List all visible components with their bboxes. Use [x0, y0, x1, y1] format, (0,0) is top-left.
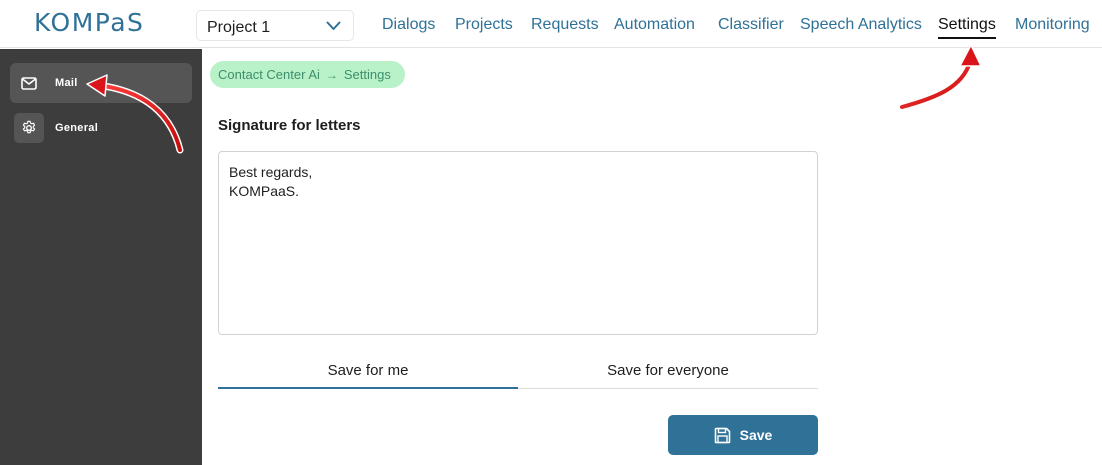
save-button-label: Save	[739, 427, 773, 443]
nav-classifier[interactable]: Classifier	[718, 16, 784, 34]
nav-projects[interactable]: Projects	[455, 16, 513, 34]
logo[interactable]: KOMPaS	[34, 8, 144, 37]
signature-line: KOMPaaS.	[229, 183, 300, 199]
nav-speech-analytics[interactable]: Speech Analytics	[800, 16, 922, 34]
sidebar-item-mail[interactable]: Mail	[10, 63, 192, 103]
chevron-down-icon	[326, 21, 341, 30]
nav-monitoring[interactable]: Monitoring	[1015, 16, 1090, 34]
tab-save-for-everyone[interactable]: Save for everyone	[518, 352, 818, 389]
signature-line: Best regards,	[229, 164, 313, 180]
sidebar-item-label: Mail	[55, 77, 78, 89]
breadcrumb-parent[interactable]: Contact Center Ai	[218, 67, 320, 82]
breadcrumb-current: Settings	[343, 67, 391, 82]
nav-automation[interactable]: Automation	[614, 16, 695, 34]
tab-save-for-me[interactable]: Save for me	[218, 352, 518, 389]
save-button[interactable]: Save	[668, 415, 818, 455]
annotation-arrow-settings	[898, 58, 974, 111]
arrow-right-icon: →	[325, 67, 338, 82]
nav-requests[interactable]: Requests	[531, 16, 599, 34]
nav-settings[interactable]: Settings	[938, 16, 996, 39]
project-select[interactable]: Project 1	[196, 10, 354, 41]
save-icon	[714, 427, 730, 443]
sidebar-item-label: General	[55, 122, 99, 134]
project-select-value: Project 1	[207, 19, 271, 36]
nav-dialogs[interactable]: Dialogs	[382, 16, 435, 34]
sidebar: Mail General	[0, 49, 202, 465]
top-header: KOMPaS Project 1 Dialogs Projects Reques…	[0, 0, 1102, 48]
signature-title: Signature for letters	[218, 117, 361, 134]
mail-icon	[14, 68, 44, 98]
gear-icon	[14, 113, 44, 143]
signature-textarea[interactable]: Best regards, KOMPaaS.	[218, 151, 818, 335]
breadcrumb: Contact Center Ai → Settings	[210, 61, 405, 88]
sidebar-item-general[interactable]: General	[10, 108, 192, 148]
save-scope-tabs: Save for me Save for everyone	[218, 352, 818, 389]
